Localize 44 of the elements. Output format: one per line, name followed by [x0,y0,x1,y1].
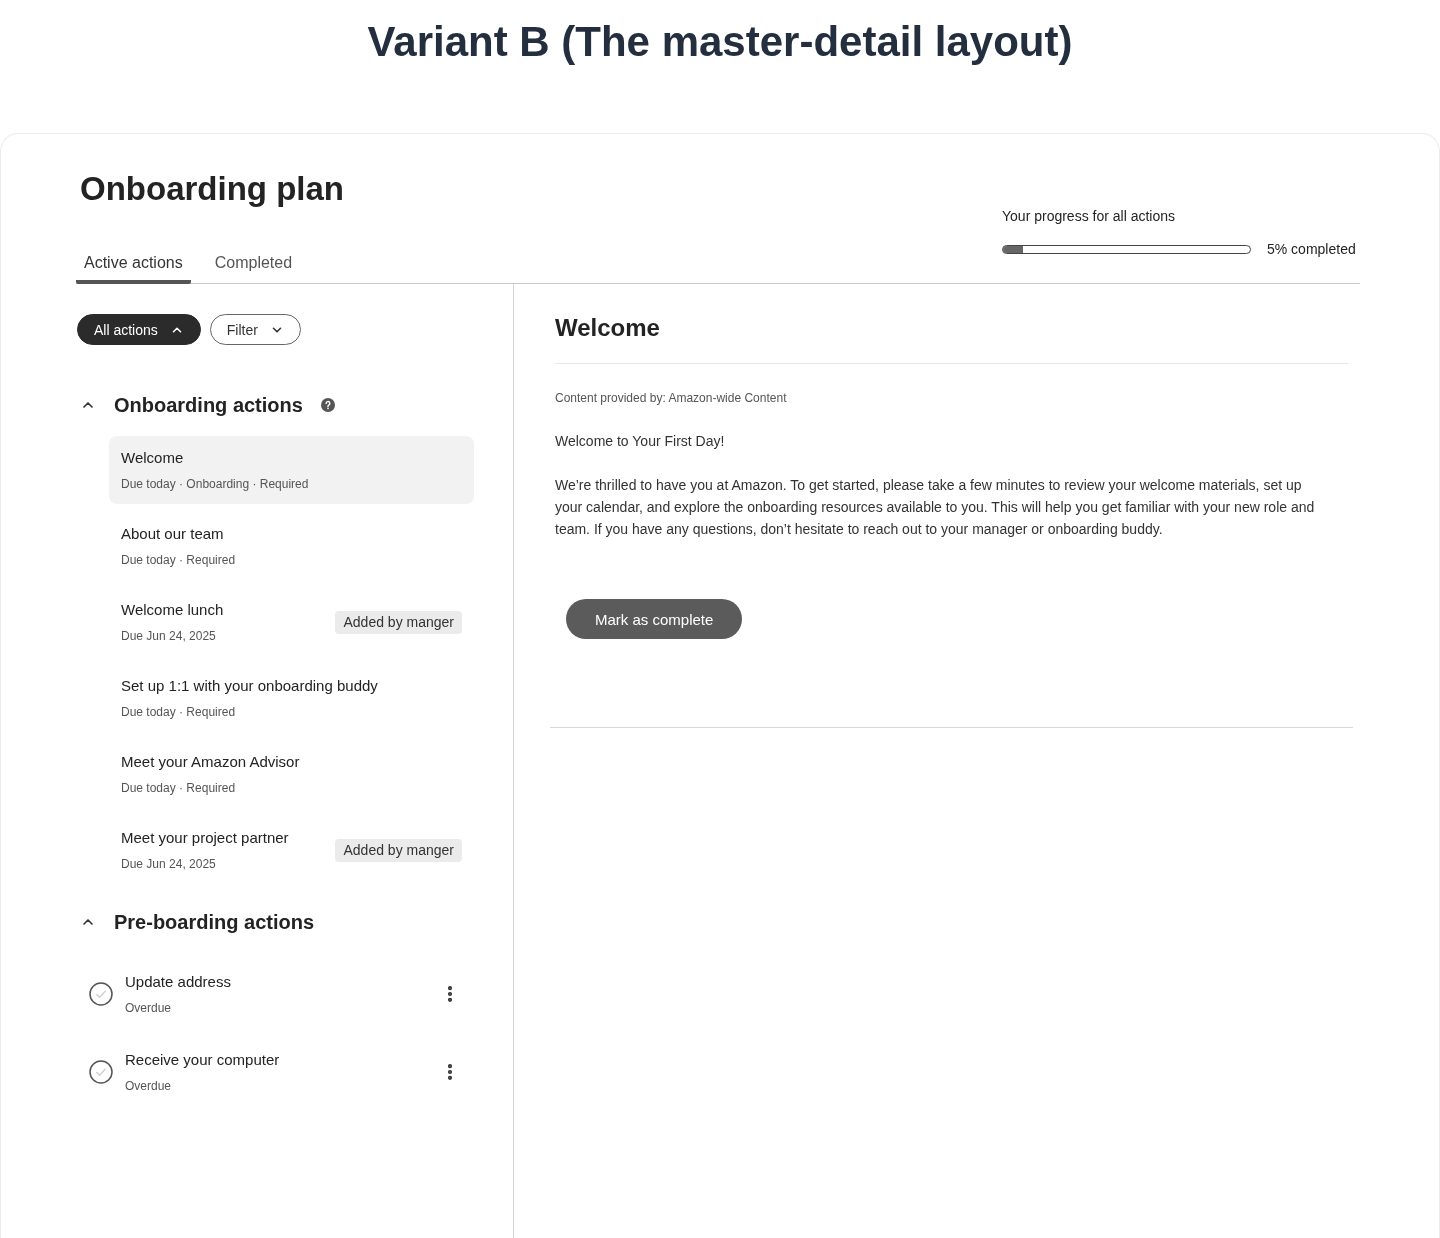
filter-chip[interactable]: All actions [77,314,201,345]
action-item[interactable]: Meet your project partner Due Jun 24, 2025 Added by manger [109,816,474,884]
body-paragraph: We’re thrilled to have you at Amazon. To get started, please take a few minutes to review your welcome materials, set up your calendar, and explore the onboarding resources available to you. This will help you get familiar with your new role and team. If you have any questions, don’t hesitate to reach out to your manager or onboarding buddy. [555,476,1316,539]
tab[interactable]: Active actions [76,252,191,284]
section-title: Pre-boarding actions [114,910,315,935]
action-title: Set up 1:1 with your onboarding buddy [121,676,379,696]
action-item[interactable]: Set up 1:1 with your onboarding buddy Due today · Required [109,664,474,732]
task-title: Receive your computer [125,1050,281,1070]
progress-label: Your progress for all actions [1002,207,1177,226]
check-circle-icon[interactable] [89,982,113,1006]
action-title: Welcome [121,448,185,468]
action-meta: Due today · Required [121,704,237,720]
action-meta: Due today · Required [121,552,237,568]
action-title: Meet your project partner [121,828,290,848]
task-meta: Overdue [125,1078,173,1094]
content-source: Content provided by: Amazon-wide Content [555,390,788,406]
tab[interactable]: Completed [206,252,301,284]
progress-reading: 5% completed [1267,240,1356,259]
task-title: Update address [125,972,232,992]
added-by-badge: Added by manger [335,610,462,634]
action-meta: Due today · Onboarding · Required [121,476,310,492]
detail-title: Welcome [555,313,661,343]
action-item[interactable]: Welcome lunch Due Jun 24, 2025 Added by manger [109,588,474,656]
mark-complete-button[interactable]: Mark as complete [566,599,743,639]
action-title: About our team [121,524,225,544]
page-title: Variant B (The master-detail layout) [366,17,1074,67]
action-meta: Due today · Required [121,780,237,796]
task-item[interactable]: Update address Overdue [89,962,474,1026]
task-item[interactable]: Receive your computer Overdue [89,1040,474,1104]
action-item[interactable]: About our team Due today · Required [109,512,474,580]
help-icon[interactable] [320,398,335,412]
action-item[interactable]: Meet your Amazon Advisor Due today · Required [109,740,474,808]
action-item[interactable]: Welcome Due today · Onboarding · Required [109,436,474,504]
action-meta: Due Jun 24, 2025 [121,856,217,872]
action-meta: Due Jun 24, 2025 [121,628,217,644]
plan-title: Onboarding plan [80,169,344,209]
action-title: Welcome lunch [121,600,225,620]
task-meta: Overdue [125,1000,173,1016]
check-circle-icon[interactable] [89,1060,113,1084]
added-by-badge: Added by manger [335,838,462,862]
section-title: Onboarding actions [114,393,303,418]
filter-chip[interactable]: Filter [209,314,301,345]
greeting-text: Welcome to Your First Day! [555,432,726,451]
action-title: Meet your Amazon Advisor [121,752,301,772]
